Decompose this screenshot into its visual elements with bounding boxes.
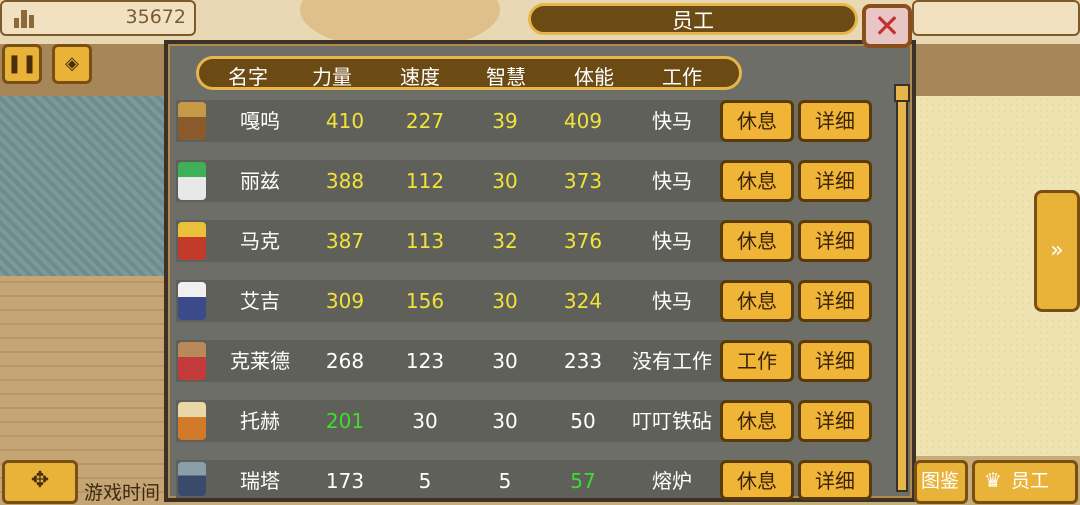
row-power: 201 bbox=[325, 409, 365, 433]
game-time-label: 游戏时间 bbox=[84, 482, 161, 504]
row-speed: 227 bbox=[405, 109, 445, 133]
pause-button[interactable]: ❚❚ bbox=[2, 44, 42, 84]
detail-button[interactable]: 详细 bbox=[798, 460, 872, 500]
row-power: 388 bbox=[325, 169, 365, 193]
encyclopedia-button[interactable]: 图鉴 bbox=[914, 460, 968, 504]
column-header-job: 工作 bbox=[662, 65, 702, 89]
dpad-button[interactable]: ✥ bbox=[2, 460, 78, 504]
column-header-name: 名字 bbox=[228, 65, 268, 89]
scene-water-tile bbox=[0, 96, 170, 276]
row-wisdom: 30 bbox=[492, 409, 518, 433]
row-stamina: 50 bbox=[570, 409, 596, 433]
row-stamina: 376 bbox=[563, 229, 603, 253]
map-button[interactable]: ◈ bbox=[52, 44, 92, 84]
row-name: 克莱德 bbox=[230, 349, 290, 373]
dpad-icon: ✥ bbox=[30, 468, 50, 493]
row-job: 没有工作 bbox=[632, 349, 712, 373]
avatar bbox=[178, 342, 206, 380]
row-speed: 156 bbox=[405, 289, 445, 313]
detail-button[interactable]: 详细 bbox=[798, 340, 872, 382]
row-power: 309 bbox=[325, 289, 365, 313]
column-header-wisdom: 智慧 bbox=[486, 65, 526, 89]
rest-button[interactable]: 休息 bbox=[720, 400, 794, 442]
row-wisdom: 30 bbox=[492, 349, 518, 373]
avatar bbox=[178, 282, 206, 320]
close-button[interactable]: ✕ bbox=[862, 4, 912, 48]
column-header-power: 力量 bbox=[312, 65, 352, 89]
row-power: 410 bbox=[325, 109, 365, 133]
avatar bbox=[178, 102, 206, 140]
detail-button[interactable]: 详细 bbox=[798, 100, 872, 142]
row-wisdom: 30 bbox=[492, 289, 518, 313]
column-header-speed: 速度 bbox=[400, 65, 440, 89]
crown-icon: ♛ bbox=[984, 468, 1002, 492]
rest-button[interactable]: 休息 bbox=[720, 100, 794, 142]
row-name: 丽兹 bbox=[240, 169, 280, 193]
row-name: 托赫 bbox=[240, 409, 280, 433]
scrollbar-thumb[interactable] bbox=[894, 84, 910, 102]
row-power: 268 bbox=[325, 349, 365, 373]
rest-button[interactable]: 休息 bbox=[720, 280, 794, 322]
avatar bbox=[178, 462, 206, 496]
row-stamina: 324 bbox=[563, 289, 603, 313]
row-name: 嘎呜 bbox=[240, 109, 280, 133]
row-speed: 30 bbox=[412, 409, 438, 433]
row-wisdom: 39 bbox=[492, 109, 518, 133]
building-chart-icon bbox=[12, 6, 36, 30]
pause-icon: ❚❚ bbox=[6, 53, 38, 74]
row-job: 快马 bbox=[652, 229, 692, 253]
column-header-stamina: 体能 bbox=[574, 65, 614, 89]
row-job: 熔炉 bbox=[652, 469, 692, 493]
row-wisdom: 32 bbox=[492, 229, 518, 253]
row-wisdom: 5 bbox=[498, 469, 512, 493]
detail-button[interactable]: 详细 bbox=[798, 220, 872, 262]
row-power: 173 bbox=[325, 469, 365, 493]
row-speed: 112 bbox=[405, 169, 445, 193]
row-power: 387 bbox=[325, 229, 365, 253]
detail-button[interactable]: 详细 bbox=[798, 280, 872, 322]
avatar bbox=[178, 162, 206, 200]
avatar bbox=[178, 402, 206, 440]
row-speed: 123 bbox=[405, 349, 445, 373]
row-speed: 113 bbox=[405, 229, 445, 253]
rest-button[interactable]: 休息 bbox=[720, 160, 794, 202]
dialog-title: 员工 bbox=[672, 9, 714, 33]
fast-forward-icon: » bbox=[1050, 238, 1064, 263]
row-name: 瑞塔 bbox=[240, 469, 280, 493]
row-stamina: 373 bbox=[563, 169, 603, 193]
top-right-panel bbox=[912, 0, 1080, 36]
rest-button[interactable]: 休息 bbox=[720, 220, 794, 262]
avatar bbox=[178, 222, 206, 260]
map-icon: ◈ bbox=[65, 53, 79, 74]
fast-forward-button[interactable]: » bbox=[1034, 190, 1080, 312]
row-stamina: 409 bbox=[563, 109, 603, 133]
rest-button[interactable]: 休息 bbox=[720, 460, 794, 500]
row-job: 快马 bbox=[652, 109, 692, 133]
row-speed: 5 bbox=[418, 469, 432, 493]
row-name: 马克 bbox=[240, 229, 280, 253]
row-stamina: 233 bbox=[563, 349, 603, 373]
row-stamina: 57 bbox=[570, 469, 596, 493]
row-name: 艾吉 bbox=[240, 289, 280, 313]
scrollbar-track[interactable] bbox=[896, 86, 908, 492]
row-job: 叮叮铁砧 bbox=[632, 409, 712, 433]
row-job: 快马 bbox=[652, 169, 692, 193]
detail-button[interactable]: 详细 bbox=[798, 400, 872, 442]
detail-button[interactable]: 详细 bbox=[798, 160, 872, 202]
close-icon: ✕ bbox=[873, 7, 901, 45]
row-wisdom: 30 bbox=[492, 169, 518, 193]
work-button[interactable]: 工作 bbox=[720, 340, 794, 382]
money-value: 35672 bbox=[125, 6, 186, 28]
row-job: 快马 bbox=[652, 289, 692, 313]
